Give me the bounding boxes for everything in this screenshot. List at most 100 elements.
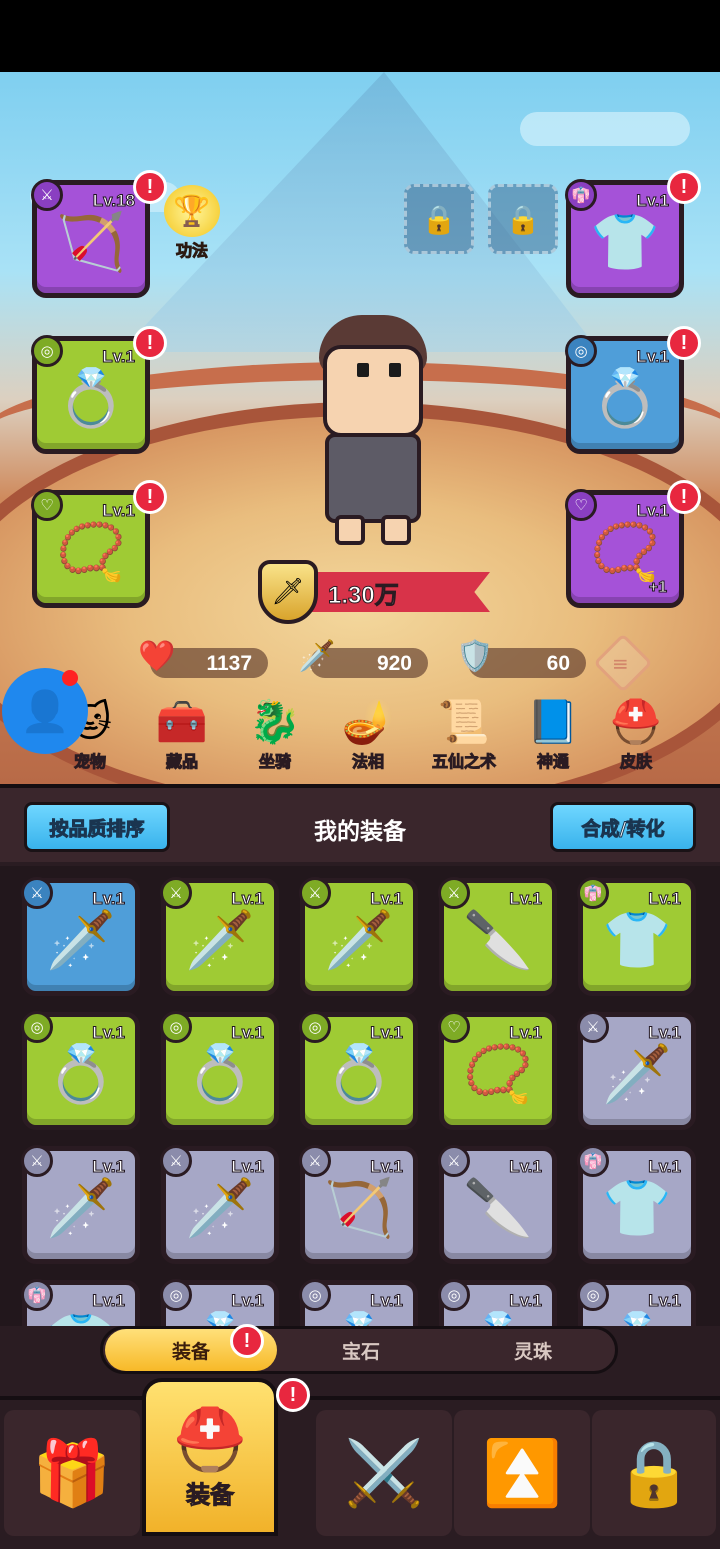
- panel-title: 我的装备: [314, 819, 406, 845]
- feature-faxiang[interactable]: 🪔 法相: [328, 696, 408, 772]
- inventory-item[interactable]: ⚔ Lv.1 🔪: [438, 877, 557, 996]
- sort-by-quality-button[interactable]: 按品质排序: [24, 802, 170, 852]
- category-icon: ⚔: [577, 1011, 609, 1043]
- item-level: Lv.1: [370, 1023, 404, 1043]
- necklace-category-icon: ♡: [565, 489, 597, 521]
- ring-icon: 💍: [602, 1315, 672, 1326]
- inventory-item[interactable]: 👘Lv.1👕: [577, 1145, 696, 1264]
- cloud: [520, 112, 690, 146]
- hero-character[interactable]: [305, 315, 440, 550]
- inventory-item[interactable]: ⚔ Lv.1 🗡️: [299, 877, 418, 996]
- category-icon: ◎: [438, 1279, 470, 1311]
- sword-icon: 🗡️: [185, 1176, 255, 1242]
- nav-battle[interactable]: ⚔️: [316, 1410, 452, 1536]
- attack-value: 920: [376, 652, 412, 675]
- lock-icon: 🔒: [614, 1436, 694, 1511]
- hero-leg: [335, 515, 365, 545]
- inventory-item[interactable]: ⚔ Lv.1 🗡️: [160, 1145, 279, 1264]
- alert-badge: !: [667, 170, 701, 204]
- equip-slot-necklace-right[interactable]: ♡ Lv.1 📿 +1: [565, 489, 684, 608]
- inventory-item[interactable]: 👘Lv.1👕: [577, 877, 696, 996]
- blade-icon: 🔪: [463, 1176, 533, 1242]
- inventory-item[interactable]: ⚔ Lv.1 🗡️: [577, 1011, 696, 1130]
- ring-icon: 💍: [324, 1315, 394, 1326]
- inventory-item[interactable]: ⚔ Lv.1 🔪: [438, 1145, 557, 1264]
- inventory-item[interactable]: ⚔ Lv.1 🗡️: [21, 877, 140, 996]
- nav-upgrade[interactable]: ⏫: [454, 1410, 590, 1536]
- inventory-item[interactable]: ◎Lv.1💍: [438, 1279, 557, 1326]
- item-level: Lv.1: [92, 1023, 126, 1043]
- inventory-item[interactable]: ⚔ Lv.1 🏹: [299, 1145, 418, 1264]
- nav-equipment[interactable]: ⛑️ 装备: [142, 1378, 278, 1536]
- scroll-icon: 📜: [437, 697, 491, 746]
- locked-slot[interactable]: 🔒: [404, 184, 474, 254]
- gongfa-label: 功法: [175, 241, 208, 261]
- category-icon: ⚔: [160, 877, 192, 909]
- helmet-icon: ⛑️: [609, 697, 663, 746]
- slot-level: Lv.1: [102, 501, 136, 521]
- inventory-item[interactable]: ⚔ Lv.1 🗡️: [160, 877, 279, 996]
- status-bar: [0, 0, 720, 72]
- equip-slot-ring-left[interactable]: ◎ Lv.1 💍: [31, 335, 150, 454]
- ring-category-icon: ◎: [565, 335, 597, 367]
- feature-label: 皮肤: [619, 752, 652, 772]
- category-icon: ◎: [21, 1011, 53, 1043]
- category-icon: 👘: [577, 1145, 609, 1177]
- inventory-item[interactable]: ◎Lv.1💍: [160, 1279, 279, 1326]
- robe-icon: 👕: [602, 1176, 672, 1242]
- inventory-item[interactable]: ◎Lv.1💍: [21, 1011, 140, 1130]
- tab-gems[interactable]: 宝石: [275, 1329, 447, 1371]
- feature-shentong[interactable]: 📘 神通: [513, 696, 593, 772]
- treasure-chest-icon: 🎁: [32, 1436, 112, 1511]
- notification-dot: [62, 670, 78, 686]
- floating-avatar-button[interactable]: 👤: [2, 668, 88, 754]
- inventory-item[interactable]: ◎Lv.1💍: [577, 1279, 696, 1326]
- category-icon: ⚔: [160, 1145, 192, 1177]
- equip-slot-armor[interactable]: 👘 Lv.1 👕: [565, 179, 684, 298]
- item-level: Lv.1: [370, 1157, 404, 1177]
- inventory-item[interactable]: ⚔ Lv.1 🗡️: [21, 1145, 140, 1264]
- equip-slot-ring-right[interactable]: ◎ Lv.1 💍: [565, 335, 684, 454]
- inventory-item[interactable]: 👘Lv.1👕: [21, 1279, 140, 1326]
- hero-body: [325, 433, 421, 523]
- alert-badge: !: [133, 480, 167, 514]
- tab-spirit-beads[interactable]: 灵珠: [447, 1329, 619, 1371]
- ring-icon: 💍: [56, 366, 126, 432]
- feature-mount[interactable]: 🐉 坐骑: [235, 696, 315, 772]
- nav-treasure[interactable]: 🎁: [4, 1410, 140, 1536]
- chest-icon: 🧰: [155, 697, 209, 746]
- alert-badge: !: [133, 326, 167, 360]
- item-level: Lv.1: [92, 1157, 126, 1177]
- upgrade-arrow-icon: ⏫: [482, 1436, 562, 1511]
- nav-locked[interactable]: 🔒: [592, 1410, 716, 1536]
- item-level: Lv.1: [509, 1157, 543, 1177]
- user-icon: 👤: [20, 688, 70, 735]
- necklace-icon: 📿: [590, 520, 660, 586]
- feature-label: 坐骑: [258, 752, 291, 772]
- necklace-icon: 📿: [56, 520, 126, 586]
- bow-icon: 🏹: [56, 210, 126, 276]
- inventory-item[interactable]: ◎Lv.1💍: [160, 1011, 279, 1130]
- feature-collection[interactable]: 🧰 藏品: [142, 696, 222, 772]
- category-icon: ◎: [160, 1279, 192, 1311]
- inventory-item[interactable]: ♡ Lv.1 📿: [438, 1011, 557, 1130]
- hp-value: 1137: [206, 652, 252, 675]
- merge-convert-button[interactable]: 合成/转化: [550, 802, 696, 852]
- bow-icon: 🏹: [324, 1176, 394, 1242]
- inventory-item[interactable]: ◎Lv.1💍: [299, 1011, 418, 1130]
- item-level: Lv.1: [648, 1291, 682, 1311]
- feature-wuxian[interactable]: 📜 五仙之术: [424, 696, 504, 772]
- defense-shield-icon: 🛡️: [456, 639, 494, 674]
- equipment-panel: 按品质排序 我的装备 合成/转化 ⚔ Lv.1 🗡️ ⚔ Lv.1 🗡️ ⚔ Lv.1 🗡️ ⚔ L…: [0, 784, 720, 1396]
- equip-slot-weapon[interactable]: ⚔ Lv.18 🏹: [31, 179, 150, 298]
- enhance-plus: +1: [648, 579, 667, 597]
- inventory-item[interactable]: ◎Lv.1💍: [299, 1279, 418, 1326]
- alert-badge: !: [276, 1378, 310, 1412]
- locked-slot[interactable]: 🔒: [488, 184, 558, 254]
- item-level: Lv.1: [231, 1023, 265, 1043]
- equip-slot-necklace-left[interactable]: ♡ Lv.1 📿: [31, 489, 150, 608]
- feature-skin[interactable]: ⛑️ 皮肤: [596, 696, 676, 772]
- gongfa-button[interactable]: 🏆 功法: [160, 185, 224, 261]
- necklace-icon: 📿: [463, 1042, 533, 1108]
- sword-icon: 🗡️: [46, 908, 116, 974]
